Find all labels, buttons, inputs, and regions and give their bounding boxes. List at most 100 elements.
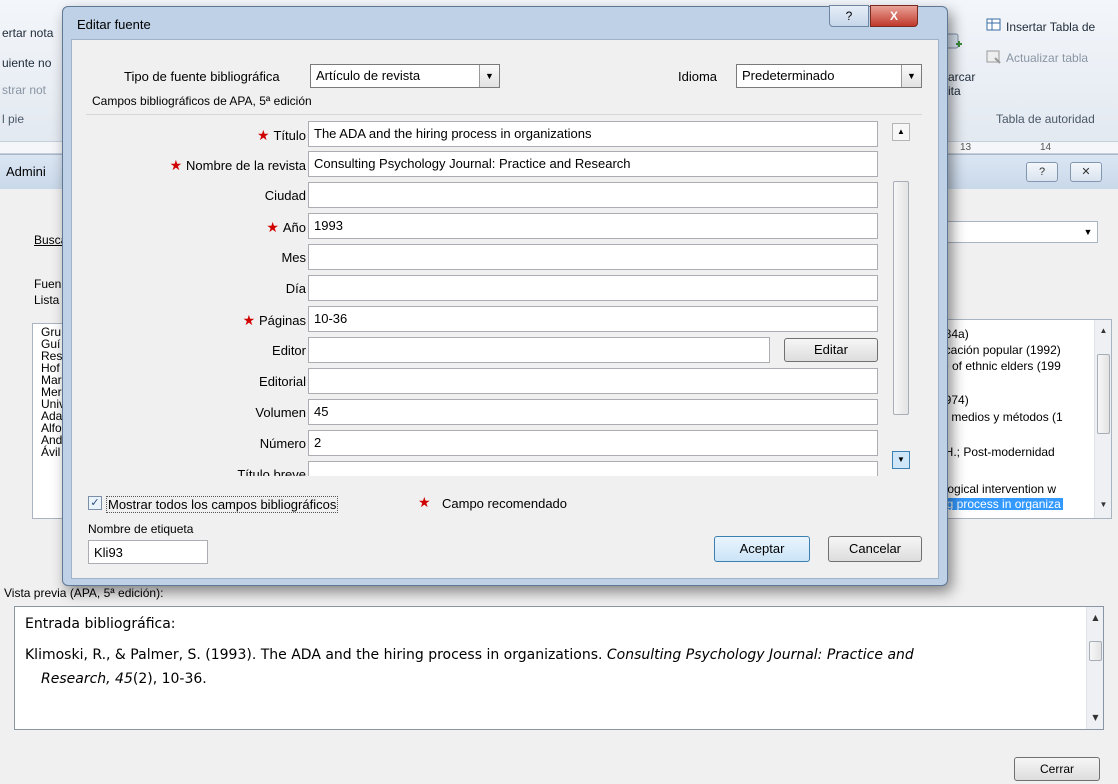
field-label-volume: Volumen — [255, 405, 306, 420]
dialog-title: Editar fuente — [77, 17, 151, 32]
language-select[interactable]: Predeterminado ▼ — [736, 64, 922, 88]
required-star-icon: ★ — [257, 127, 274, 143]
scrollbar-thumb[interactable] — [1097, 354, 1110, 434]
preview-citation: Klimoski, R., & Palmer, S. (1993). The A… — [25, 643, 1075, 691]
pages-field[interactable]: 10-36 — [308, 306, 878, 332]
city-field[interactable] — [308, 182, 878, 208]
list-item[interactable]: , H.; Post-modernidad — [938, 446, 1055, 458]
list-item[interactable]: ucación popular (1992) — [938, 344, 1061, 356]
dialog-body: Tipo de fuente bibliográfica Artículo de… — [71, 39, 939, 579]
field-label-pages: ★ Páginas — [242, 312, 306, 328]
list-scrollbar[interactable]: ▲ ▼ — [1094, 320, 1111, 518]
field-label-editor: Editor — [272, 343, 306, 358]
field-label-journal: ★ Nombre de la revista — [169, 157, 306, 173]
field-label-short-title: Título breve — [237, 467, 306, 476]
language-label: Idioma — [678, 69, 718, 84]
source-type-value: Artículo de revista — [316, 68, 421, 83]
preview-label: Vista previa (APA, 5ª edición): — [4, 586, 164, 600]
field-label-publisher: Editorial — [259, 374, 306, 389]
required-star-icon: ★ — [242, 312, 260, 328]
journal-field[interactable]: Consulting Psychology Journal: Practice … — [308, 151, 878, 177]
scroll-up-icon[interactable]: ▲ — [892, 123, 910, 141]
scroll-down-icon[interactable]: ▼ — [892, 451, 910, 469]
list-item[interactable]: ological intervention w — [938, 483, 1056, 495]
tag-name-label: Nombre de etiqueta — [88, 522, 194, 536]
preview-scrollbar[interactable]: ▲ ▼ — [1086, 607, 1103, 729]
fields-group-label: Campos bibliográficos de APA, 5ª edición — [92, 94, 312, 108]
recommended-star-icon: ★ — [418, 494, 431, 510]
scroll-down-icon[interactable]: ▼ — [1087, 709, 1104, 726]
scroll-up-icon[interactable]: ▲ — [1095, 322, 1112, 339]
list-label: Lista — [34, 293, 60, 307]
chevron-down-icon[interactable]: ▼ — [479, 65, 499, 87]
day-field[interactable] — [308, 275, 878, 301]
ribbon-group-authorities: Tabla de autoridad — [996, 112, 1095, 126]
accept-button[interactable]: Aceptar — [714, 536, 810, 562]
field-label-month: Mes — [281, 250, 306, 265]
edit-source-dialog: Editar fuente ? X Tipo de fuente bibliog… — [62, 5, 948, 586]
number-field[interactable]: 2 — [308, 430, 878, 456]
ribbon-insert-table[interactable]: Insertar Tabla de — [1006, 20, 1095, 34]
title-field[interactable]: The ADA and the hiring process in organi… — [308, 121, 878, 147]
scroll-up-icon[interactable]: ▲ — [1087, 609, 1104, 626]
citation-journal: Consulting Psychology Journal: Practice … — [606, 647, 914, 663]
show-all-checkbox[interactable]: ✓ — [88, 496, 102, 510]
citation-journal-volume: Research, 45 — [41, 671, 133, 687]
sources-label: Fuen — [34, 277, 62, 291]
citation-pages: (2), 10-36. — [132, 671, 207, 687]
preview-heading: Entrada bibliográfica: — [25, 616, 176, 632]
ribbon-show-notes[interactable]: strar not — [2, 83, 46, 97]
short-title-field[interactable] — [308, 461, 878, 476]
field-label-number: Número — [259, 436, 306, 451]
chevron-down-icon[interactable]: ▼ — [1079, 222, 1097, 242]
preview-box: Entrada bibliográfica: Klimoski, R., & P… — [14, 606, 1104, 730]
ribbon-mark[interactable]: arcar — [948, 70, 975, 84]
required-star-icon: ★ — [169, 157, 187, 173]
edit-editor-button[interactable]: Editar — [784, 338, 878, 362]
scrollbar-thumb[interactable] — [893, 181, 909, 415]
update-table-icon — [986, 50, 1002, 64]
ribbon-next-note[interactable]: uiente no — [2, 56, 51, 70]
year-field[interactable]: 1993 — [308, 213, 878, 239]
source-type-label: Tipo de fuente bibliográfica — [124, 69, 280, 84]
cancel-button[interactable]: Cancelar — [828, 536, 922, 562]
insert-table-icon — [986, 18, 1002, 32]
ribbon-update-table[interactable]: Actualizar tabla — [1006, 51, 1088, 65]
ribbon-group-footnotes: l pie — [2, 112, 25, 126]
ruler-mark-13: 13 — [960, 142, 972, 153]
dialog-close-button[interactable]: X — [870, 5, 918, 27]
list-item[interactable]: a, medios y métodos (1 — [938, 411, 1063, 423]
close-button[interactable]: Cerrar — [1014, 757, 1100, 781]
publisher-field[interactable] — [308, 368, 878, 394]
language-value: Predeterminado — [742, 68, 835, 83]
volume-field[interactable]: 45 — [308, 399, 878, 425]
help-icon[interactable]: ? — [1026, 162, 1058, 182]
current-list[interactable]: 984a) ucación popular (1992) re of ethni… — [938, 319, 1112, 519]
ribbon-insert-note[interactable]: ertar nota — [2, 26, 53, 40]
editor-field[interactable] — [308, 337, 770, 363]
ruler-mark-14: 14 — [1040, 142, 1052, 153]
fields-scrollbar[interactable]: ▲ ▼ — [888, 117, 914, 475]
source-manager-title: Admini — [6, 164, 46, 179]
source-type-select[interactable]: Artículo de revista ▼ — [310, 64, 500, 88]
show-all-label[interactable]: Mostrar todos los campos bibliográficos — [106, 496, 339, 513]
month-field[interactable] — [308, 244, 878, 270]
fields-area: ★ Título The ADA and the hiring process … — [86, 114, 922, 476]
tag-name-field[interactable]: Kli93 — [88, 540, 208, 564]
chevron-down-icon[interactable]: ▼ — [901, 65, 921, 87]
close-icon[interactable]: ✕ — [1070, 162, 1102, 182]
list-item[interactable]: Ávil — [41, 446, 60, 458]
recommended-label: Campo recomendado — [442, 496, 568, 511]
list-item-selected[interactable]: ng process in organiza — [938, 498, 1063, 510]
search-dropdown[interactable]: ▼ — [940, 221, 1098, 243]
field-label-city: Ciudad — [264, 188, 306, 203]
field-label-year: ★ Año — [266, 219, 306, 235]
ribbon-mark2[interactable]: ita — [948, 84, 961, 98]
citation-text: Klimoski, R., & Palmer, S. (1993). The A… — [25, 647, 603, 663]
scroll-down-icon[interactable]: ▼ — [1095, 496, 1112, 513]
required-star-icon: ★ — [266, 219, 283, 235]
dialog-help-button[interactable]: ? — [829, 5, 869, 27]
field-label-day: Día — [285, 281, 306, 296]
scrollbar-thumb[interactable] — [1089, 641, 1102, 661]
list-item[interactable]: re of ethnic elders (199 — [938, 360, 1061, 372]
